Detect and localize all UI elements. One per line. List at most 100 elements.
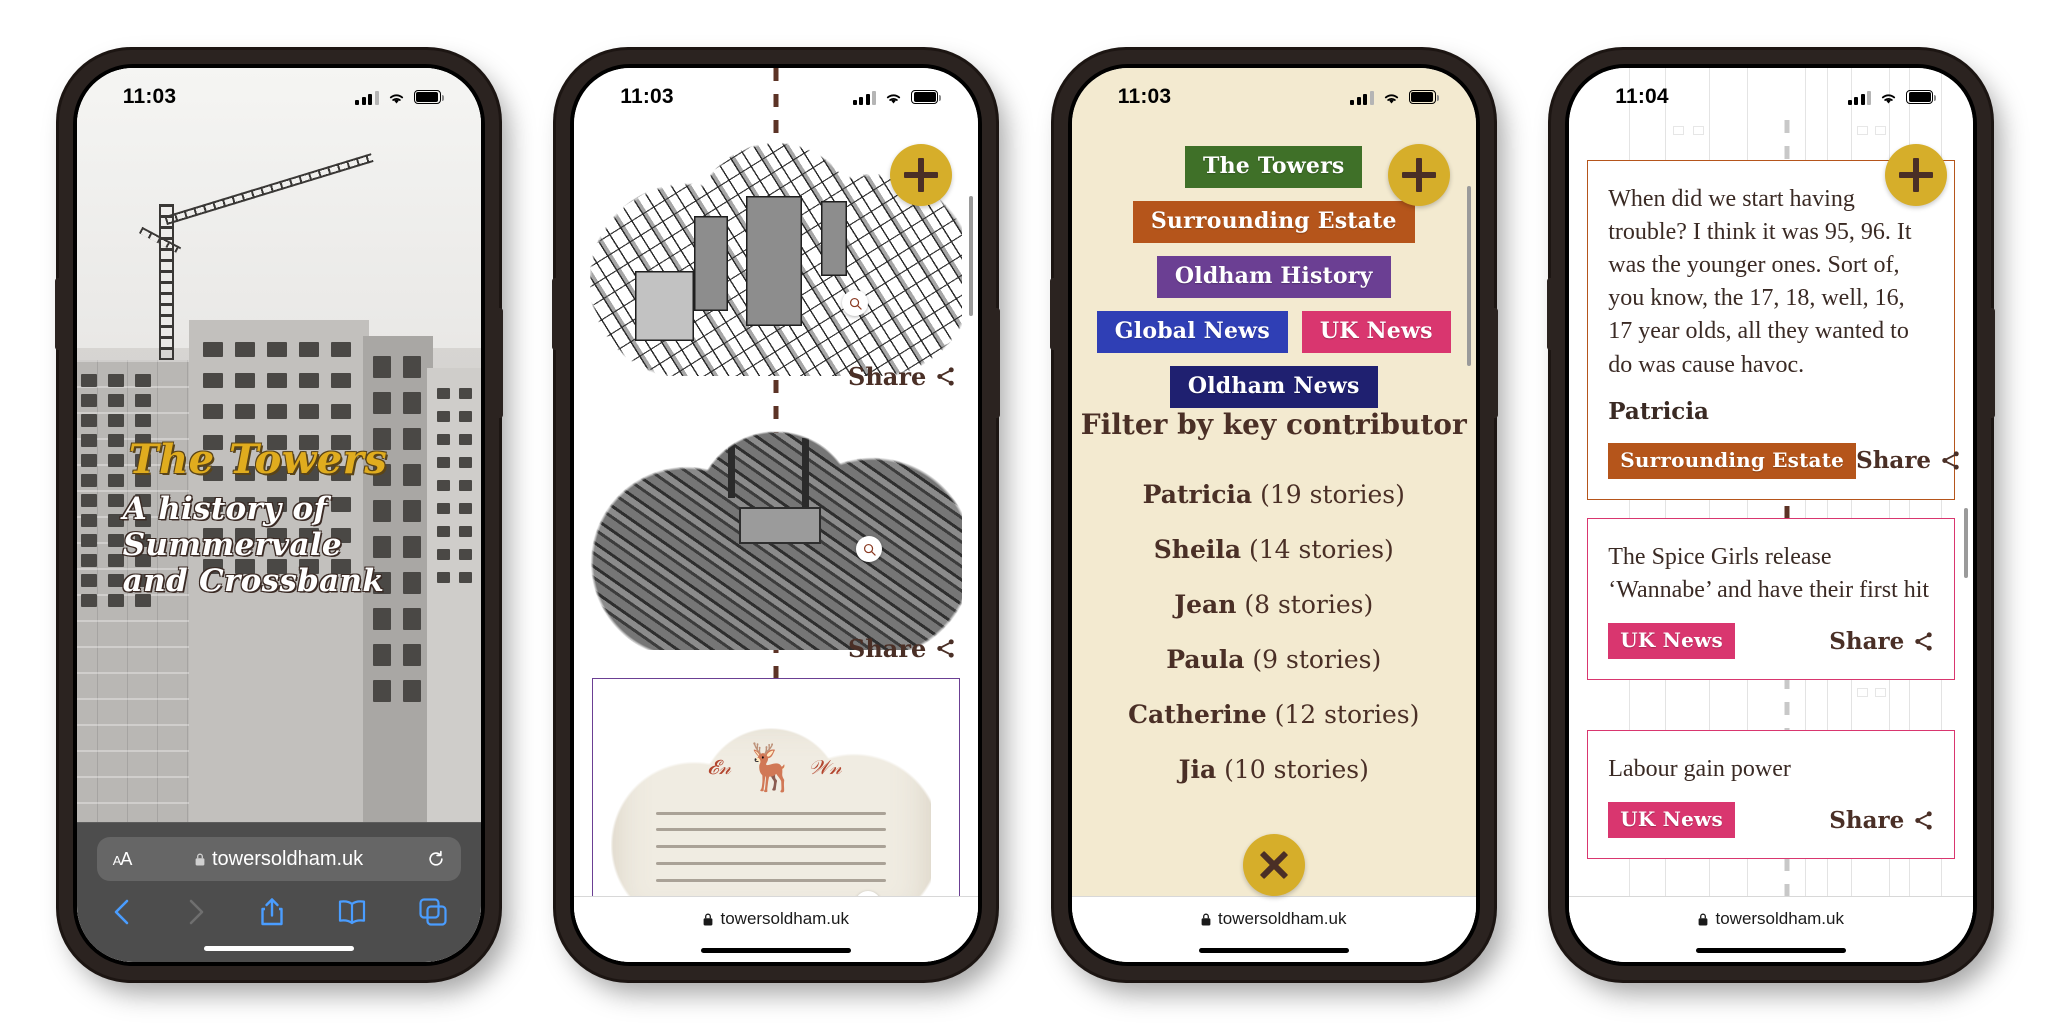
contributor-name: Sheila [1153,535,1242,564]
forward-chevron-icon [185,898,207,926]
story-quote: When did we start having trouble? I thin… [1608,186,1912,378]
safari-toolbar: AAAA towersoldham.uk [76,822,481,962]
phone-4-stories: 11:04 When did we start having trouble? … [1547,50,1996,980]
tag-global-news[interactable]: Global News [1096,311,1288,353]
status-icons [1847,90,1937,105]
status-icons [1350,90,1439,105]
contributor-name: Catherine [1128,700,1267,729]
cellular-bars-icon [1847,90,1872,105]
close-filter-button[interactable] [1242,834,1305,896]
contributor-item[interactable]: Sheila (14 stories) [1072,535,1476,564]
scroll-indicator[interactable] [1466,186,1471,366]
phone-screen: The Towers A history of Summervale and C… [76,68,481,962]
story-card[interactable]: Labour gain power UK News Share [1587,730,1956,860]
share-label: Share [1856,447,1932,475]
phone-3-filter: 11:03 The Towers Surrounding Estate Oldh… [1049,50,1498,980]
add-story-button[interactable] [1387,144,1450,206]
wifi-icon [884,90,903,105]
tag-uk-news[interactable]: UK News [1608,623,1735,660]
tag-surrounding-estate[interactable]: Surrounding Estate [1608,442,1857,479]
url-text[interactable]: towersoldham.uk [703,909,849,929]
status-time: 11:04 [1615,85,1669,108]
share-icon [1915,632,1932,651]
contributor-count: (10 stories) [1224,755,1369,784]
tag-uk-news[interactable]: UK News [1608,802,1735,839]
share-button[interactable]: Share [1856,447,1961,474]
monogram-left: 𝓔𝓃 [707,754,732,779]
tabs-icon[interactable] [419,898,447,926]
share-button[interactable]: Share [1829,807,1934,834]
contributor-count: (14 stories) [1249,535,1394,564]
share-icon [1915,810,1932,830]
tag-surrounding-estate[interactable]: Surrounding Estate [1132,201,1415,243]
timeline-item-aerial[interactable] [590,420,963,650]
phone-bezel: 11:04 When did we start having trouble? … [1565,64,1978,966]
story-card[interactable]: When did we start having trouble? I thin… [1587,160,1959,500]
url-label: towersoldham.uk [212,847,364,870]
contributor-count: (19 stories) [1260,480,1405,509]
text-size-button[interactable]: AAAA [113,849,133,870]
url-text[interactable]: towersoldham.uk [195,848,363,871]
contributor-name: Patricia [1142,480,1253,509]
book-icon[interactable] [337,898,367,926]
status-icons [355,90,444,105]
add-story-button[interactable] [890,144,953,206]
contributor-item[interactable]: Jean (8 stories) [1072,590,1476,619]
filter-heading: Filter by key contributor [1080,408,1467,441]
story-card[interactable]: The Spice Girls release ‘Wannabe’ and ha… [1587,518,1956,681]
browser-nav-bar [97,881,461,927]
url-text[interactable]: towersoldham.uk [1201,909,1347,929]
url-label: towersoldham.uk [1217,909,1347,928]
tag-oldham-history[interactable]: Oldham History [1156,256,1391,298]
story-quote: Labour gain power [1608,756,1791,782]
cloud-mask [590,420,963,650]
status-bar: 11:03 [77,68,481,120]
phone-2-timeline: 11:03 Share Share 🦌 𝓔𝓃 𝒲𝓃 towersoldham.u… [552,50,1001,980]
tag-row: Surrounding Estate [1072,201,1476,243]
status-time: 11:03 [620,85,674,108]
status-bar: 11:03 [1072,68,1476,120]
letter-cloud: 🦌 𝓔𝓃 𝒲𝓃 [611,715,932,925]
contributor-item[interactable]: Catherine (12 stories) [1072,700,1476,729]
phone-1-home: The Towers A history of Summervale and C… [54,50,503,980]
lock-icon [1201,913,1211,926]
scroll-indicator[interactable] [1964,508,1969,578]
cellular-bars-icon [1350,90,1374,105]
share-up-arrow-icon[interactable] [259,897,285,927]
status-bar: 11:03 [574,68,978,120]
card-footer: Surrounding Estate Share [1608,442,1959,479]
handwritten-letter-image: 🦌 𝓔𝓃 𝒲𝓃 [611,715,932,925]
status-time: 11:03 [1117,85,1172,108]
tag-row: Oldham News [1072,366,1476,408]
url-bar[interactable]: AAAA towersoldham.uk [96,837,461,881]
close-icon [1257,848,1291,882]
url-text[interactable]: towersoldham.uk [1698,909,1844,929]
plus-icon [904,158,939,192]
add-story-button[interactable] [1885,144,1948,206]
scroll-indicator[interactable] [969,196,974,316]
share-button[interactable]: Share [848,634,956,663]
contributor-item[interactable]: Paula (9 stories) [1072,645,1476,674]
phone-screen: 11:03 Share Share 🦌 𝓔𝓃 𝒲𝓃 towersoldham.u… [574,68,979,962]
tag-uk-news[interactable]: UK News [1301,311,1451,353]
plus-icon [1401,158,1436,192]
tag-oldham-news[interactable]: Oldham News [1169,366,1378,408]
timeline-item-letter-card[interactable]: 🦌 𝓔𝓃 𝒲𝓃 [592,678,961,925]
reload-icon[interactable] [427,850,445,868]
share-button[interactable]: Share [1829,628,1934,655]
share-label: Share [1829,806,1905,834]
plus-icon [1899,158,1934,192]
home-indicator [701,948,852,953]
contributor-list: Patricia (19 stories) Sheila (14 stories… [1072,480,1476,810]
tag-the-towers[interactable]: The Towers [1185,146,1363,188]
phone-screen: 11:04 When did we start having trouble? … [1569,68,1974,962]
back-chevron-icon[interactable] [111,898,133,926]
share-icon [937,639,954,658]
contributor-count: (8 stories) [1244,590,1374,619]
home-indicator [203,946,354,951]
phone-bezel: 11:03 The Towers Surrounding Estate Oldh… [1067,64,1480,966]
share-button[interactable]: Share [848,362,956,391]
safari-mini-bar: towersoldham.uk [574,896,979,962]
contributor-item[interactable]: Jia (10 stories) [1072,755,1476,784]
contributor-item[interactable]: Patricia (19 stories) [1072,480,1476,509]
